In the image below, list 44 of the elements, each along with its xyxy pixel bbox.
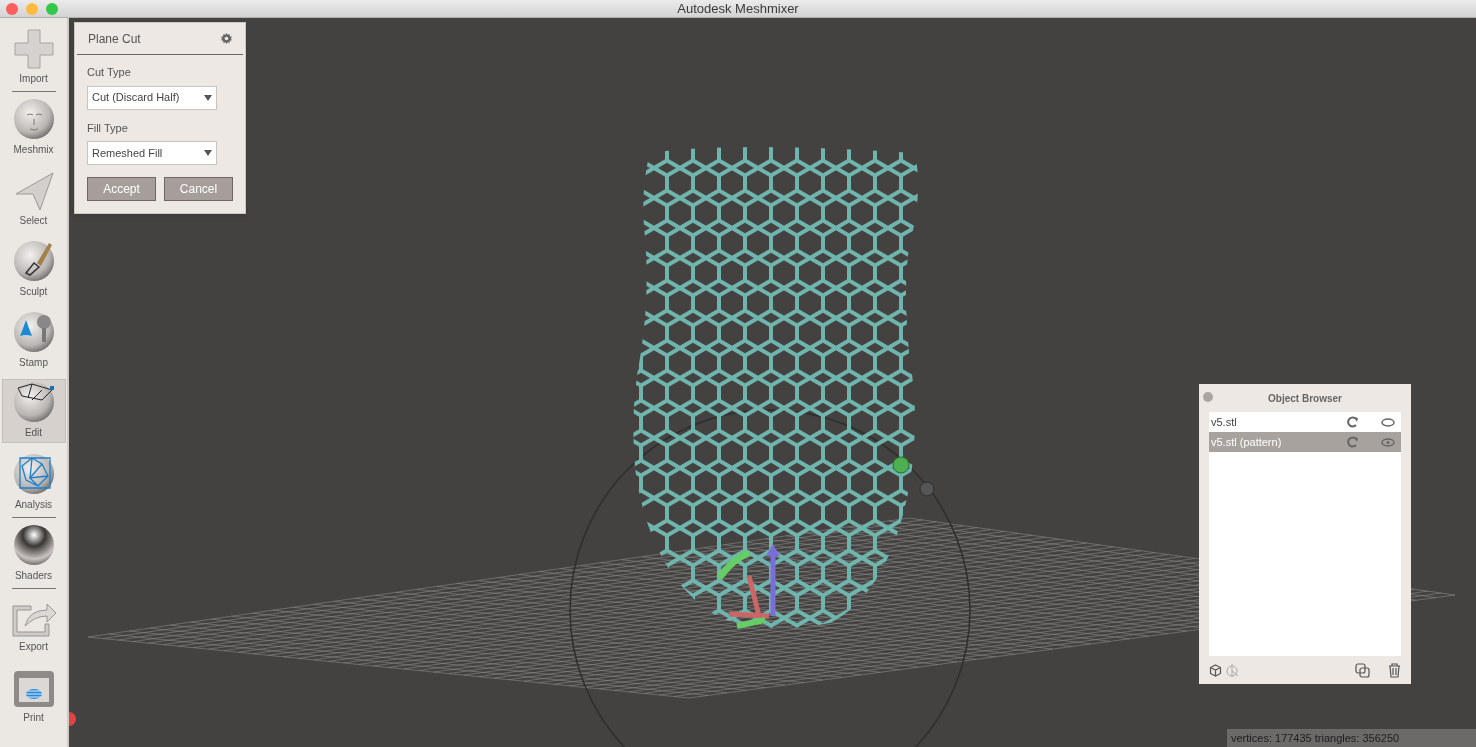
dropdown[interactable]: Cut (Discard Half) [87,85,217,110]
minimize-window-icon[interactable] [26,2,38,15]
stamp-sphere-icon [11,310,56,354]
field-label: Fill Type [87,120,129,136]
tool-button[interactable]: Export [1,592,66,656]
status-bar: vertices: 177435 triangles: 356250 [1227,729,1476,747]
tool-button[interactable]: Analysis [1,450,66,514]
trash-icon[interactable] [1388,662,1401,678]
window-title: Autodesk Meshmixer [677,0,799,18]
tool-button[interactable]: Meshmix [1,95,66,159]
eye-icon[interactable] [1381,437,1395,447]
handle-icon[interactable] [892,456,910,474]
magnet-icon[interactable] [1347,416,1359,428]
brush-sphere-icon [11,239,56,283]
caret-icon [204,94,212,101]
object-row[interactable]: v5.stl [1209,412,1401,432]
mesh-sphere-icon [11,380,56,424]
tool-button[interactable]: Import [1,24,66,88]
tool-button[interactable]: Print [1,663,66,727]
eye-icon[interactable] [1381,417,1395,427]
close-window-icon[interactable] [6,2,18,15]
magnet-icon[interactable] [1347,436,1359,448]
field-label: Cut Type [87,65,132,80]
tool-button[interactable]: Shaders [1,521,66,585]
tool-button[interactable]: Select [1,166,66,230]
duplicate-icon[interactable] [1355,662,1370,678]
cube-icon[interactable] [1209,663,1222,677]
panel-title: Object Browser [1268,391,1342,406]
settings-icon[interactable] [221,33,232,44]
tool-button[interactable]: Sculpt [1,237,66,301]
mesh-sphere-icon [11,452,56,496]
plus-icon [12,28,55,70]
handle-icon[interactable] [919,481,935,497]
tool-button[interactable]: Stamp [1,308,66,372]
zoom-window-icon[interactable] [46,2,58,15]
3d-viewport[interactable]: Plane Cut Cut Type Cut (Discard Half) Fill Type Remeshed Fill Accept Cancel Object Browser v5.stl v5.stl (pattern) vertices: 177435 triangles: 356250 [69,18,1476,747]
caret-icon [204,150,212,156]
face-sphere-icon [11,97,56,141]
tool-button[interactable]: Edit [1,379,66,443]
printer-icon [11,669,56,709]
close-icon[interactable] [1203,392,1213,402]
panel-title: Plane Cut [88,30,141,48]
chrome-sphere-icon [11,523,56,567]
dropdown[interactable]: Remeshed Fill [87,141,217,165]
